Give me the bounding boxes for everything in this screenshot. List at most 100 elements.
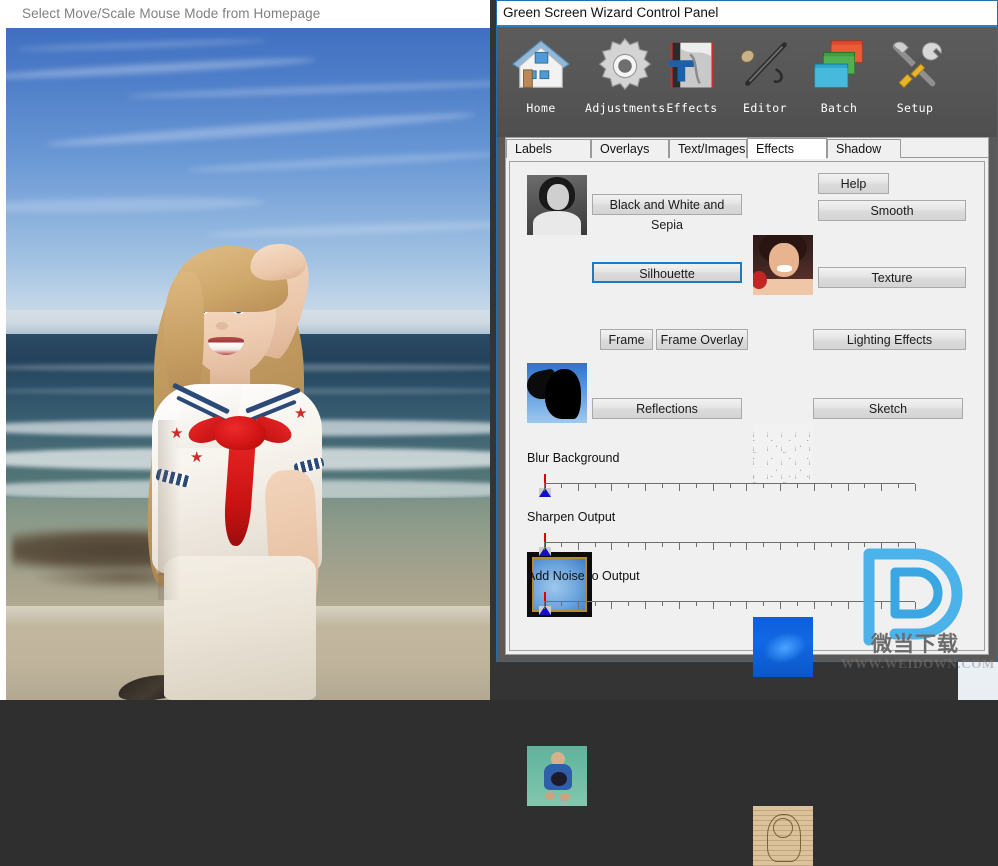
slider-tick	[780, 543, 781, 550]
slider-tick	[864, 484, 865, 488]
toolbar-button-editor[interactable]: Editor	[725, 35, 805, 133]
slider-thumb[interactable]	[539, 606, 551, 615]
sharpen-output-slider[interactable]	[535, 533, 916, 559]
slider-tick	[797, 543, 798, 547]
slider-thumb[interactable]	[539, 547, 551, 556]
slider-tick	[561, 602, 562, 606]
control-panel-titlebar[interactable]: Green Screen Wizard Control Panel	[497, 1, 997, 27]
toolbar-button-batch[interactable]: Batch	[799, 35, 879, 133]
thumbnail-smooth[interactable]	[753, 235, 813, 295]
slider-tick	[595, 602, 596, 606]
slider-tick	[544, 602, 545, 609]
slider-tick	[881, 602, 882, 609]
tab-overlays[interactable]: Overlays	[591, 139, 669, 158]
toolbar-button-home[interactable]: Home	[501, 35, 581, 133]
slider-tick	[679, 543, 680, 550]
pen-icon	[740, 42, 787, 86]
photo-canvas[interactable]: ★ ★ ★	[6, 28, 490, 700]
photo-preview-window: Select Move/Scale Mouse Mode from Homepa…	[0, 0, 490, 700]
thumbnail-silhouette[interactable]	[527, 363, 587, 423]
slider-tick	[713, 543, 714, 550]
slider-tick	[696, 484, 697, 488]
texture-button[interactable]: Texture	[818, 267, 966, 288]
slider-tick	[746, 543, 747, 550]
slider-tick	[746, 602, 747, 609]
slider-tick	[864, 602, 865, 606]
slider-tick	[696, 602, 697, 606]
slider-tick	[679, 602, 680, 609]
tab-strip: Labels Overlays Text/Images Effects Shad…	[506, 138, 988, 159]
slider-tick	[561, 484, 562, 488]
add-noise-label: Add Noise to Output	[527, 569, 640, 583]
slider-tick	[898, 543, 899, 547]
thumbnail-black-and-white[interactable]	[527, 175, 587, 235]
thumbnail-sketch[interactable]	[753, 806, 813, 866]
slider-tick	[662, 484, 663, 488]
book-text-icon	[668, 42, 714, 88]
frame-button[interactable]: Frame	[600, 329, 653, 350]
slider-tick	[831, 484, 832, 488]
control-panel-window: Green Screen Wizard Control Panel Home A…	[496, 0, 998, 866]
silhouette-button[interactable]: Silhouette	[592, 262, 742, 283]
slider-tick	[797, 602, 798, 606]
slider-tick	[797, 484, 798, 488]
slider-tick	[915, 602, 916, 609]
tab-shadow[interactable]: Shadow	[827, 139, 901, 158]
add-noise-slider[interactable]	[535, 592, 916, 618]
main-toolbar: Home Adjustments Effects Editor Batch Se…	[497, 27, 997, 137]
black-and-white-button[interactable]: Black and White and Sepia	[592, 194, 742, 232]
help-button[interactable]: Help	[818, 173, 889, 194]
slider-tick	[881, 543, 882, 550]
slider-tick	[915, 484, 916, 491]
subject-girl: ★ ★ ★	[118, 220, 368, 700]
slider-tick	[544, 543, 545, 550]
toolbar-label-editor: Editor	[743, 101, 787, 115]
slider-tick	[780, 484, 781, 491]
slider-tick	[881, 484, 882, 491]
slider-tick	[645, 484, 646, 491]
star-applique: ★	[294, 405, 308, 422]
slider-thumb[interactable]	[539, 488, 551, 497]
slider-tick	[763, 602, 764, 606]
photo-window-title: Select Move/Scale Mouse Mode from Homepa…	[22, 6, 321, 21]
slider-tick	[595, 543, 596, 547]
lighting-effects-button[interactable]: Lighting Effects	[813, 329, 966, 350]
slider-tick	[578, 484, 579, 491]
slider-tick	[848, 543, 849, 550]
frame-overlay-button[interactable]: Frame Overlay	[656, 329, 748, 350]
slider-tick	[814, 543, 815, 550]
home-icon	[511, 40, 571, 88]
sketch-button[interactable]: Sketch	[813, 398, 963, 419]
toolbar-button-effects[interactable]: Effects	[652, 35, 732, 133]
slider-tick	[662, 602, 663, 606]
slider-tick	[780, 602, 781, 609]
thumbnail-reflections[interactable]	[527, 746, 587, 806]
thumbnail-lighting-effects[interactable]	[753, 617, 813, 677]
smooth-button[interactable]: Smooth	[818, 200, 966, 221]
slider-tick	[628, 484, 629, 488]
effects-pane: Black and White and Sepia Help Smooth Si…	[509, 161, 985, 866]
slider-tick	[713, 484, 714, 491]
toolbar-button-setup[interactable]: Setup	[875, 35, 955, 133]
neck-tie-knot	[214, 416, 266, 450]
slider-tick	[898, 602, 899, 606]
slider-tick	[561, 543, 562, 547]
slider-tick	[730, 602, 731, 606]
blur-background-slider[interactable]	[535, 474, 916, 500]
reflections-button[interactable]: Reflections	[592, 398, 742, 419]
toolbar-label-batch: Batch	[820, 101, 858, 115]
slider-tick	[730, 543, 731, 547]
photo-window-titlebar: Select Move/Scale Mouse Mode from Homepa…	[0, 0, 490, 28]
tab-effects[interactable]: Effects	[747, 138, 827, 159]
tab-text-images[interactable]: Text/Images	[669, 139, 747, 158]
layers-icon	[814, 40, 863, 88]
slider-tick	[848, 484, 849, 491]
slider-tick	[730, 484, 731, 488]
slider-tick	[679, 484, 680, 491]
tab-labels[interactable]: Labels	[506, 139, 591, 158]
slider-tick	[915, 543, 916, 550]
slider-tick	[595, 484, 596, 488]
slider-tick	[696, 543, 697, 547]
slider-tick	[578, 602, 579, 609]
star-applique: ★	[190, 449, 204, 466]
